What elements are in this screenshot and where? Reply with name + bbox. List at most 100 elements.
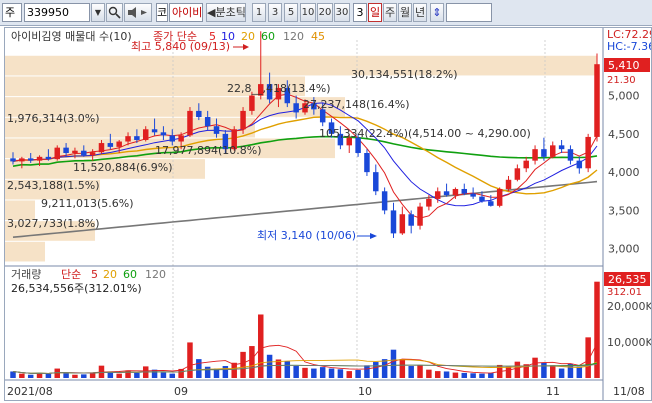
profile-label: 11,520,884(6.9%) (73, 161, 173, 174)
ma-60-legend: 60 (261, 30, 275, 43)
stock-name-field[interactable]: 아이비 (169, 3, 203, 22)
volume-bar (258, 314, 264, 378)
candle-body (45, 156, 52, 160)
candle-body (54, 147, 60, 160)
volume-bar (169, 373, 176, 378)
volume-bar (558, 368, 565, 378)
volume-bar (550, 365, 556, 378)
candle-body (567, 149, 574, 161)
candle-body (470, 193, 476, 197)
code-type-toggle[interactable]: 코 (156, 3, 168, 22)
candle-body (381, 191, 388, 211)
candle-body (249, 95, 255, 111)
candle-body (134, 136, 140, 140)
stock-code-value: 339950 (27, 6, 69, 19)
speaker-button[interactable] (124, 3, 152, 22)
candle-body (399, 214, 406, 234)
minute-button-20[interactable]: 20 (317, 3, 333, 22)
candle-body (550, 145, 556, 157)
volume-panel-title: 거래량 (11, 268, 41, 281)
month-button[interactable]: 월 (398, 3, 412, 22)
volume-bar (505, 366, 512, 378)
volume-profile-bar (5, 241, 45, 262)
chart-toolbar: 주 339950 ▼ 코 아이비 ◀분초틱 1 3 5 10 20 30 3 일… (0, 0, 652, 26)
minute-button-30[interactable]: 30 (334, 3, 350, 22)
candle-body (319, 109, 326, 123)
volume-profile-bar (5, 55, 597, 76)
minute-label: 10 (301, 7, 315, 18)
chevron-down-icon: ▼ (94, 8, 102, 17)
volume-bar (72, 374, 78, 378)
candle-body (160, 132, 167, 136)
volume-bar (311, 368, 317, 378)
x-axis-label: 10 (358, 385, 372, 398)
volume-bar (81, 374, 87, 378)
volume-bar (426, 369, 432, 378)
sort-toggle-button[interactable]: ⇕ (430, 3, 444, 22)
volume-bar (240, 351, 246, 378)
volume-bar (125, 370, 131, 378)
candle-body (452, 188, 459, 196)
candle-body (98, 143, 105, 153)
volume-bar (488, 372, 494, 378)
minute-button-10[interactable]: 10 (300, 3, 316, 22)
market-select[interactable]: 주 (2, 3, 22, 22)
year-button[interactable]: 년 (413, 3, 427, 22)
volume-bar (461, 372, 468, 378)
minute-label: 20 (318, 7, 332, 18)
candle-body (417, 206, 423, 226)
profile-label: 2,543,188(1.5%) (7, 179, 100, 192)
candle-body (19, 158, 25, 162)
stock-name-label: 아이비 (172, 6, 203, 19)
candle-body (63, 147, 69, 153)
day-button[interactable]: 일 (368, 3, 382, 22)
volume-bar (373, 362, 379, 378)
volume-bar (222, 366, 229, 378)
minute-button-5[interactable]: 5 (284, 3, 298, 22)
week-button[interactable]: 주 (383, 3, 397, 22)
candle-body (479, 196, 485, 202)
candle-body (373, 172, 379, 192)
volume-bar (346, 371, 352, 378)
profile-label: 3,027,733(1.8%) (7, 217, 100, 230)
volume-bar (434, 371, 441, 378)
candle-body (541, 149, 547, 157)
week-label: 주 (384, 6, 396, 19)
candle-body (151, 129, 158, 133)
y-tick-label: 3,000 (608, 243, 640, 256)
candle-body (496, 188, 503, 206)
search-icon (108, 6, 121, 19)
extra-input[interactable] (446, 3, 492, 22)
volume-bar (45, 374, 52, 378)
volume-ma-60-legend: 60 (123, 268, 137, 281)
candle-body (293, 103, 299, 113)
volume-value-label: 26,534,556주(312.01%) (11, 282, 142, 295)
volume-ma-prefix: 단순 (61, 268, 81, 281)
hc-label: HC:-7.36 (607, 40, 651, 53)
candle-body (240, 110, 246, 130)
y-tick-label: 5,000 (608, 90, 640, 103)
volume-bar (302, 367, 308, 378)
volume-bar (196, 359, 202, 378)
minute-label: 3 (271, 7, 279, 18)
speaker-icon (128, 7, 147, 18)
interval-input[interactable]: 3 (353, 3, 367, 22)
month-label: 월 (399, 6, 411, 19)
period-toggle-button[interactable]: ◀분초틱 (206, 3, 246, 22)
current-price-label: 5,410 (608, 59, 640, 72)
candle-body (36, 156, 43, 161)
volume-ma-20-legend: 20 (103, 268, 117, 281)
profile-label: 1,976,314(3.0%) (7, 112, 100, 125)
change-pct-label: 21.30 (607, 75, 636, 86)
stock-code-input[interactable]: 339950 (24, 3, 90, 22)
minute-button-3[interactable]: 3 (268, 3, 282, 22)
volume-pct-label: 312.01 (607, 287, 642, 298)
candle-body (585, 136, 591, 169)
search-button[interactable] (106, 3, 123, 22)
day-label: 일 (369, 6, 381, 19)
minute-button-1[interactable]: 1 (252, 3, 266, 22)
candle-body (125, 136, 131, 142)
candle-body (116, 141, 122, 147)
profile-label: 17,977,894(10.8%) (155, 144, 262, 157)
code-dropdown-button[interactable]: ▼ (91, 3, 105, 22)
